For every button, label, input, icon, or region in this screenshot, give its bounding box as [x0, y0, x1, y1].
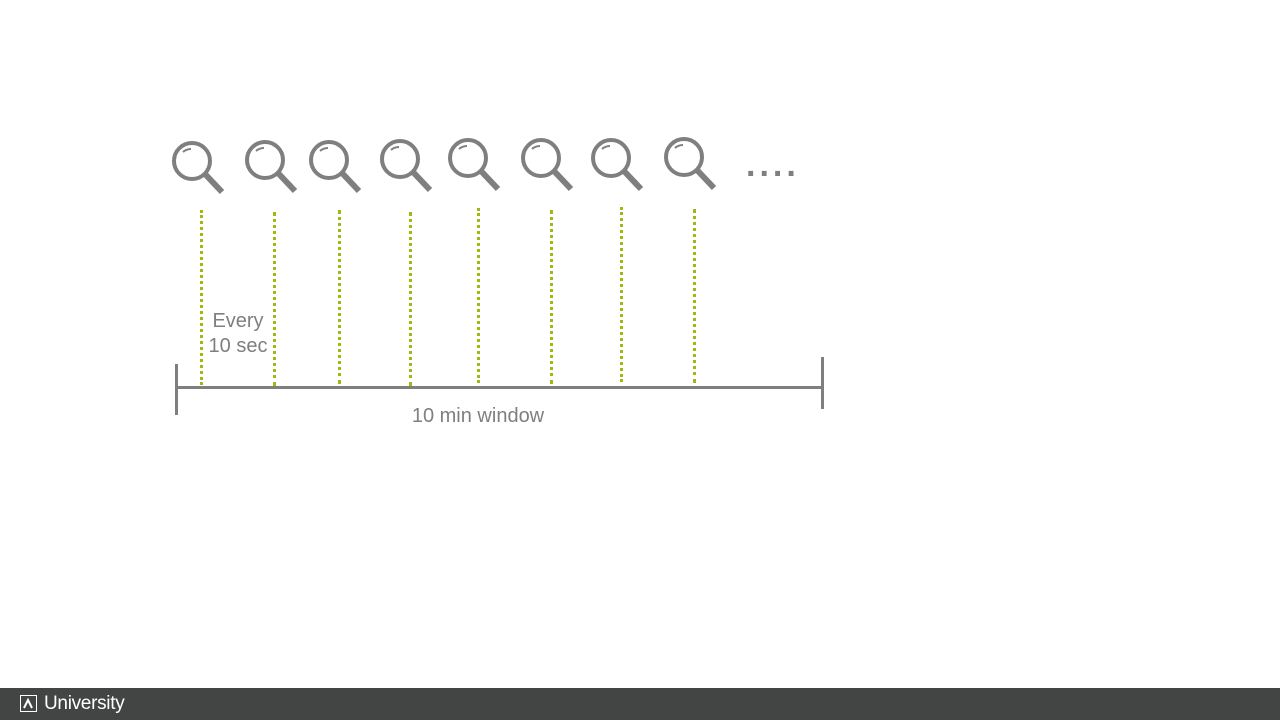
footer-bar: University [0, 688, 1280, 720]
search-icon [519, 137, 579, 197]
search-interval-line [338, 210, 341, 384]
interval-label: Every 10 sec [203, 309, 273, 359]
brand-logo-icon [20, 695, 37, 712]
search-interval-line [477, 208, 480, 383]
search-interval-line [273, 212, 276, 386]
search-icon [307, 139, 367, 199]
continuation-ellipsis: .... [746, 146, 800, 184]
search-icon [446, 137, 506, 197]
window-end-tick [821, 357, 824, 409]
interval-label-line2: 10 sec [208, 335, 268, 357]
interval-label-line1: Every [212, 310, 264, 332]
window-timeline [176, 386, 824, 389]
brand-name: University [44, 693, 125, 714]
search-interval-line [409, 212, 412, 386]
search-icon [170, 140, 230, 200]
window-start-tick [175, 364, 178, 415]
search-icon [378, 138, 438, 198]
window-label: 10 min window [411, 405, 545, 427]
slide: .... Every 10 sec 10 min window Universi… [0, 0, 1280, 720]
search-icon [662, 136, 722, 196]
search-interval-line [550, 210, 553, 384]
search-interval-diagram: .... Every 10 sec 10 min window [0, 0, 1280, 688]
search-icon [589, 137, 649, 197]
search-icon [243, 139, 303, 199]
search-interval-line [693, 209, 696, 383]
search-interval-line [620, 207, 623, 382]
